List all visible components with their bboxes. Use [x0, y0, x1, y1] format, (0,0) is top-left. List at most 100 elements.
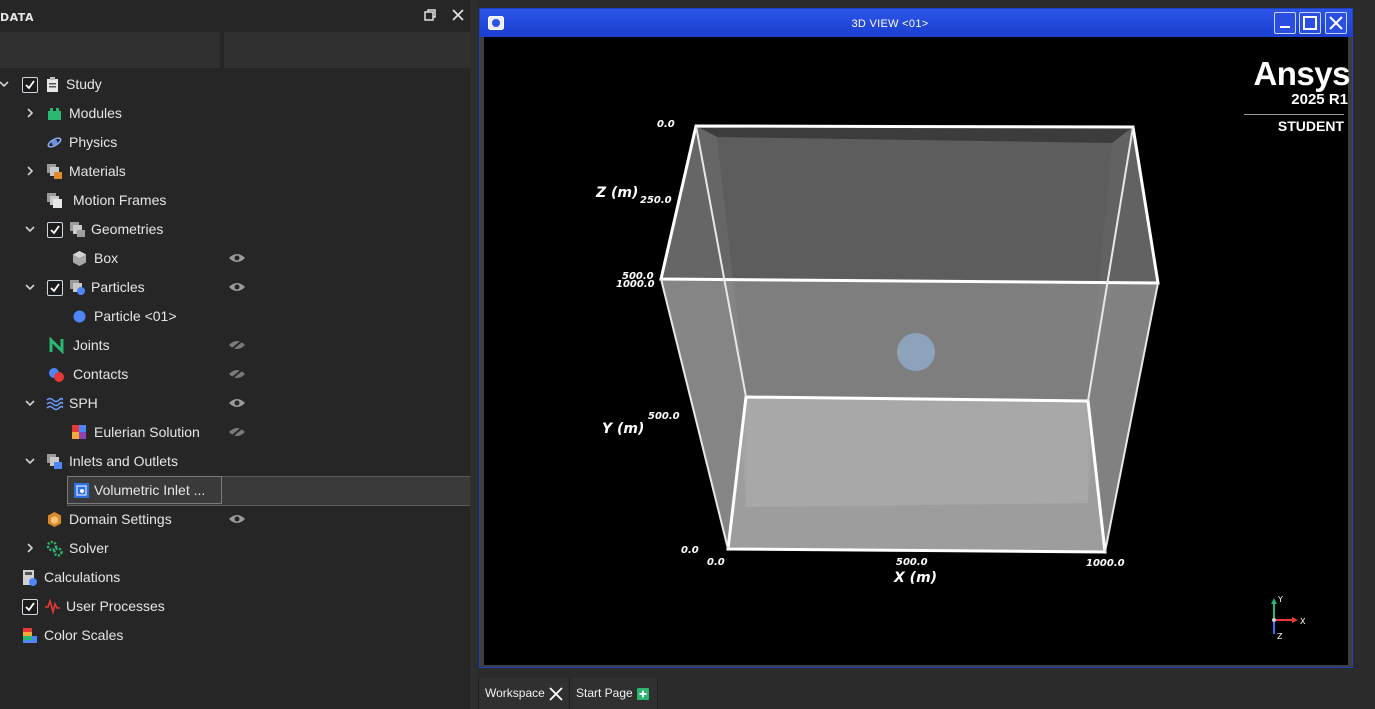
- z-axis-label: Z (m): [595, 185, 638, 201]
- chevron-down-icon[interactable]: [24, 223, 36, 235]
- tree-item-joints[interactable]: Joints: [0, 331, 470, 360]
- tree-item-label: Contacts: [73, 366, 129, 382]
- study-checkbox[interactable]: [22, 77, 38, 93]
- 3d-viewport[interactable]: Z (m) Y (m) X (m) 0.0 250.0 500.0 1000.0…: [484, 37, 1350, 665]
- tree-item-sph[interactable]: SPH: [0, 389, 470, 418]
- tree-item-color-scales[interactable]: Color Scales: [0, 621, 470, 650]
- logo-divider: [1244, 114, 1344, 115]
- clipboard-icon: [47, 77, 58, 92]
- minimize-button[interactable]: [1274, 12, 1296, 34]
- ansys-logo: Ansys 2025 R1 STUDENT: [1244, 57, 1354, 147]
- eye-hidden-icon[interactable]: [228, 368, 246, 380]
- tree-item-solver[interactable]: Solver: [0, 534, 470, 563]
- eye-icon[interactable]: [228, 252, 246, 264]
- modules-icon: [48, 108, 61, 120]
- chevron-right-icon[interactable]: [24, 542, 36, 554]
- view-title: 3D VIEW <01>: [851, 18, 929, 30]
- chevron-down-icon[interactable]: [24, 281, 36, 293]
- user-processes-checkbox[interactable]: [22, 599, 38, 615]
- tree-item-modules[interactable]: Modules: [0, 99, 470, 128]
- x-tick-label: 1000.0: [1086, 558, 1125, 569]
- tree-item-label: Eulerian Solution: [94, 424, 200, 440]
- close-icon: [1329, 16, 1343, 30]
- close-icon[interactable]: [451, 8, 465, 22]
- tree-item-particles[interactable]: Particles: [0, 273, 470, 302]
- volumetric-inlet-icon: [74, 483, 89, 498]
- chevron-down-icon[interactable]: [24, 455, 36, 467]
- eye-hidden-icon[interactable]: [228, 339, 246, 351]
- tree-item-label: Inlets and Outlets: [69, 453, 178, 469]
- logo-edition: STUDENT: [1277, 118, 1344, 134]
- tree-item-calculations[interactable]: Calculations: [0, 563, 470, 592]
- chevron-right-icon[interactable]: [24, 165, 36, 177]
- tree-item-motion-frames[interactable]: Motion Frames: [0, 186, 470, 215]
- box-top-face: [661, 126, 1158, 283]
- close-button[interactable]: [1325, 12, 1347, 34]
- eye-hidden-icon[interactable]: [228, 426, 246, 438]
- tree-item-inlets-and-outlets[interactable]: Inlets and Outlets: [0, 447, 470, 476]
- panel-splitter[interactable]: [470, 0, 478, 709]
- calculator-icon: [23, 570, 37, 586]
- tree-item-domain-settings[interactable]: Domain Settings: [0, 505, 470, 534]
- tree-item-label: Particles: [91, 279, 145, 295]
- y-axis-label: Y (m): [602, 421, 644, 437]
- tab-workspace[interactable]: Workspace: [478, 678, 570, 709]
- physics-icon: [47, 137, 62, 148]
- tree-item-geometries[interactable]: Geometries: [0, 215, 470, 244]
- chevron-right-icon[interactable]: [24, 107, 36, 119]
- eulerian-solution-icon: [72, 425, 86, 439]
- sph-waves-icon: [46, 397, 63, 411]
- view-titlebar[interactable]: 3D VIEW <01>: [480, 9, 1352, 37]
- triad-x-label: X: [1300, 617, 1306, 626]
- restore-icon[interactable]: [423, 8, 437, 22]
- tree-item-label: Volumetric Inlet ...: [94, 482, 206, 498]
- tree-item-label: Joints: [73, 337, 110, 353]
- filter-box[interactable]: [224, 32, 470, 68]
- tree-item-box[interactable]: Box: [0, 244, 470, 273]
- chevron-down-icon[interactable]: [24, 397, 36, 409]
- tree-item-eulerian-solution[interactable]: Eulerian Solution: [0, 418, 470, 447]
- geometries-icon: [70, 222, 85, 237]
- tab-label: Workspace: [485, 686, 545, 700]
- tree-item-user-processes[interactable]: User Processes: [0, 592, 470, 621]
- tree-item-particle-01[interactable]: Particle <01>: [0, 302, 470, 331]
- user-processes-wave-icon: [45, 598, 60, 615]
- triad-y-label: Y: [1277, 595, 1283, 604]
- data-panel: DATA Study Modules Physics Materials Mot…: [0, 0, 470, 709]
- eye-icon[interactable]: [228, 281, 246, 293]
- particles-icon: [70, 280, 85, 295]
- y-tick-label: 1000.0: [616, 279, 655, 290]
- tree-item-label: Physics: [69, 134, 118, 150]
- tree-item-label: Modules: [69, 105, 122, 121]
- eye-icon[interactable]: [228, 513, 246, 525]
- tree-item-study[interactable]: Study: [0, 70, 470, 99]
- particles-checkbox[interactable]: [47, 280, 63, 296]
- y-tick-label: 0.0: [681, 545, 699, 556]
- x-tick-label: 0.0: [707, 557, 725, 568]
- tree-item-volumetric-inlet[interactable]: Volumetric Inlet ...: [0, 476, 470, 505]
- materials-icon: [47, 164, 62, 179]
- add-tab-icon[interactable]: [637, 688, 649, 700]
- color-scales-icon: [23, 628, 37, 643]
- view-window: 3D VIEW <01> Z (m) Y (m) X (m) 0.0 250.0…: [479, 8, 1353, 668]
- tree-item-label: Domain Settings: [69, 511, 172, 527]
- eye-icon[interactable]: [228, 397, 246, 409]
- search-box[interactable]: [0, 32, 220, 68]
- logo-word: Ansys: [1253, 55, 1350, 92]
- box-floor-face: [728, 397, 1105, 552]
- tab-label: Start Page: [576, 686, 633, 700]
- joints-icon: [49, 337, 64, 354]
- maximize-button[interactable]: [1299, 12, 1321, 34]
- tree-item-label: Calculations: [44, 569, 121, 585]
- document-tab-bar: Workspace Start Page: [478, 678, 1375, 709]
- tree-item-contacts[interactable]: Contacts: [0, 360, 470, 389]
- tree-item-materials[interactable]: Materials: [0, 157, 470, 186]
- tab-start-page[interactable]: Start Page: [570, 678, 658, 709]
- chevron-down-icon[interactable]: [0, 78, 10, 90]
- x-axis-label: X (m): [893, 570, 937, 586]
- z-tick-label: 250.0: [640, 195, 672, 206]
- close-tab-icon[interactable]: [549, 687, 563, 701]
- tree-item-physics[interactable]: Physics: [0, 128, 470, 157]
- geometries-checkbox[interactable]: [47, 222, 63, 238]
- panel-header: DATA: [0, 0, 470, 32]
